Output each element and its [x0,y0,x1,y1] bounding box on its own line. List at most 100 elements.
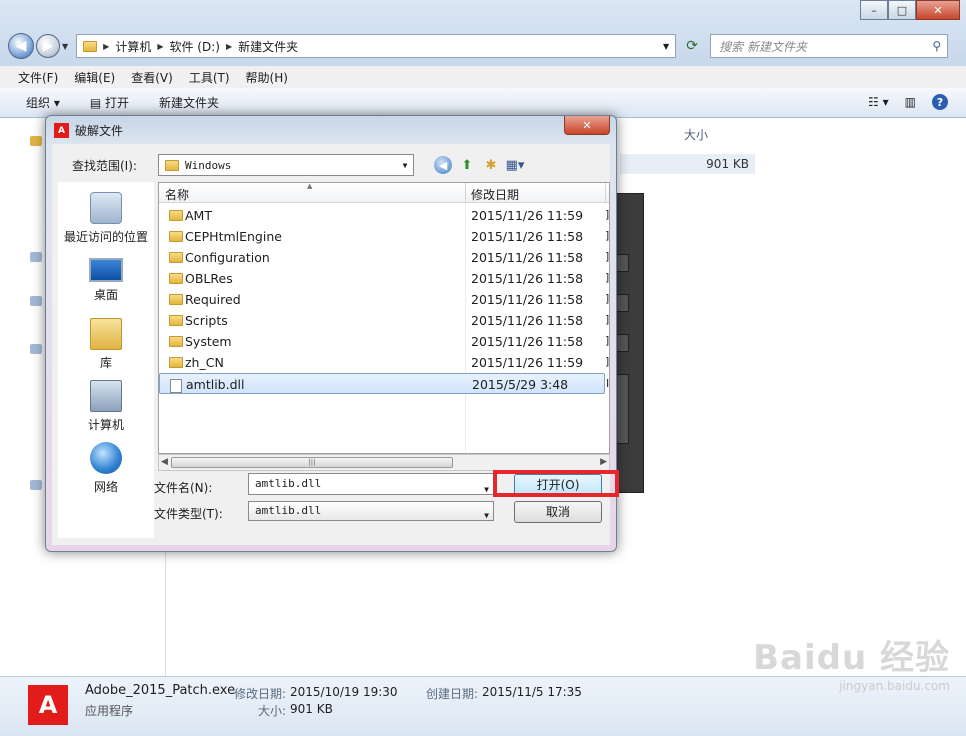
horizontal-scrollbar[interactable]: ◀ ||| ▶ [158,454,610,471]
preview-pane-icon[interactable]: ▥ [905,95,916,109]
file-list-header: ▲ 名称 修改日期 [159,183,609,203]
chevron-down-icon[interactable]: ▼ [484,507,489,525]
cancel-button[interactable]: 取消 [514,501,602,523]
place-network[interactable]: 网络 [58,442,154,495]
file-row[interactable]: Required 2015/11/26 11:58 ] [159,289,609,310]
breadcrumb-folder[interactable]: 新建文件夹 [238,38,298,55]
dialog-close-button[interactable]: ✕ [564,116,610,135]
status-file-name: Adobe_2015_Patch.exe [85,683,236,698]
chevron-down-icon[interactable]: ▼ [663,42,669,51]
view-menu-icon[interactable]: ▦▾ [506,156,525,174]
place-library[interactable]: 库 [58,318,154,371]
menu-help[interactable]: 帮助(H) [246,69,288,86]
column-separator[interactable] [465,183,466,203]
column-header-name[interactable]: 名称 [165,186,189,203]
history-dropdown-icon[interactable]: ▼ [62,42,68,51]
status-size-label: 大小: [258,704,287,718]
menu-edit[interactable]: 编辑(E) [74,69,115,86]
file-row[interactable]: CEPHtmlEngine 2015/11/26 11:58 ] [159,226,609,247]
window-controls: – □ ✕ [860,0,960,20]
highlight-box [493,470,619,497]
look-in-select[interactable]: Windows ▼ [158,154,414,176]
watermark-logo: Baidu 经验 [753,638,950,678]
dll-file-icon [170,379,182,393]
address-bar[interactable]: ▶ 计算机 ▶ 软件 (D:) ▶ 新建文件夹 ▼ [76,34,677,58]
file-name-input[interactable]: amtlib.dll ▼ [248,473,494,495]
network-icon[interactable] [30,480,42,490]
file-row[interactable]: zh_CN 2015/11/26 11:59 ] [159,352,609,373]
folder-icon [169,273,183,284]
breadcrumb-computer[interactable]: 计算机 [115,38,151,55]
folder-icon [169,252,183,263]
library-icon[interactable] [30,252,42,262]
dialog-title: 破解文件 [75,124,124,138]
open-icon: ▤ [89,96,102,110]
menu-tools[interactable]: 工具(T) [189,69,230,86]
folder-icon [169,210,183,221]
file-row[interactable]: Configuration 2015/11/26 11:58 ] [159,247,609,268]
menu-file[interactable]: 文件(F) [18,69,58,86]
status-modified-value: 2015/10/19 19:30 [290,685,398,699]
homegroup-icon[interactable] [30,296,42,306]
close-button[interactable]: ✕ [916,0,960,20]
file-list[interactable]: ▲ 名称 修改日期 AMT 2015/11/26 11:59 ] CEPHtml… [158,182,610,454]
menu-view[interactable]: 查看(V) [131,69,173,86]
file-row[interactable]: OBLRes 2015/11/26 11:58 ] [159,268,609,289]
dialog-title-bar: A 破解文件 [54,122,123,139]
column-header-size[interactable]: 大小 [684,126,708,143]
chevron-down-icon[interactable]: ▼ [397,155,413,175]
navigation-bar: ◀ ▶ ▼ ▶ 计算机 ▶ 软件 (D:) ▶ 新建文件夹 ▼ ⟳ 搜索 新建文… [8,32,958,60]
scroll-left-icon[interactable]: ◀ [161,457,168,467]
column-separator[interactable] [605,183,606,203]
folder-icon [169,315,183,326]
chevron-right-icon[interactable]: ▶ [103,42,109,51]
status-created-label: 创建日期: [426,687,479,701]
scroll-right-icon[interactable]: ▶ [600,457,607,467]
adobe-icon: A [28,685,68,725]
file-row-size[interactable]: 901 KB [620,154,755,174]
search-input[interactable]: 搜索 新建文件夹 ⚲ [710,34,949,58]
folder-icon [169,231,183,242]
minimize-button[interactable]: – [860,0,888,20]
favorites-icon[interactable] [30,136,42,146]
new-folder-icon[interactable]: ✱ [482,156,500,174]
open-button[interactable]: ▤ 打开 [90,94,129,111]
chevron-right-icon[interactable]: ▶ [226,42,232,51]
watermark-url: jingyan.baidu.com [839,679,950,693]
search-icon[interactable]: ⚲ [932,39,941,53]
status-size-value: 901 KB [290,702,333,716]
file-row[interactable]: System 2015/11/26 11:58 ] [159,331,609,352]
places-bar: 最近访问的位置 桌面 库 计算机 网络 [58,182,154,538]
new-folder-button[interactable]: 新建文件夹 [159,94,219,111]
view-options-icon[interactable]: ☷ ▾ [868,95,889,109]
place-recent[interactable]: 最近访问的位置 [58,192,154,245]
file-row-selected[interactable]: amtlib.dll 2015/5/29 3:48 I [159,373,609,394]
file-row[interactable]: Scripts 2015/11/26 11:58 ] [159,310,609,331]
computer-icon [90,380,122,412]
organize-button[interactable]: 组织 ▾ [26,94,60,111]
folder-icon [165,159,179,171]
status-modified-label: 修改日期: [234,687,287,701]
scroll-thumb[interactable]: ||| [171,457,453,468]
file-row[interactable]: AMT 2015/11/26 11:59 ] [159,205,609,226]
up-folder-icon[interactable]: ⬆ [458,156,476,174]
file-type-label: 文件类型(T): [154,507,223,521]
file-type-select[interactable]: amtlib.dll ▼ [248,501,494,521]
refresh-icon[interactable]: ⟳ [680,34,704,58]
breadcrumb-drive[interactable]: 软件 (D:) [169,38,219,55]
place-computer[interactable]: 计算机 [58,380,154,433]
watermark: Baidu 经验 jingyan.baidu.com [753,630,950,693]
chevron-right-icon[interactable]: ▶ [157,42,163,51]
computer-icon[interactable] [30,344,42,354]
desktop-icon [89,258,123,282]
help-icon[interactable]: ? [932,94,948,110]
file-name-label: 文件名(N): [154,481,213,495]
chevron-down-icon[interactable]: ▼ [484,480,489,500]
back-icon[interactable]: ◀ [434,156,452,174]
back-button[interactable]: ◀ [8,33,34,59]
library-icon [90,318,122,350]
place-desktop[interactable]: 桌面 [58,258,154,303]
maximize-button[interactable]: □ [888,0,916,20]
forward-button[interactable]: ▶ [36,34,60,58]
column-header-date[interactable]: 修改日期 [471,186,519,203]
